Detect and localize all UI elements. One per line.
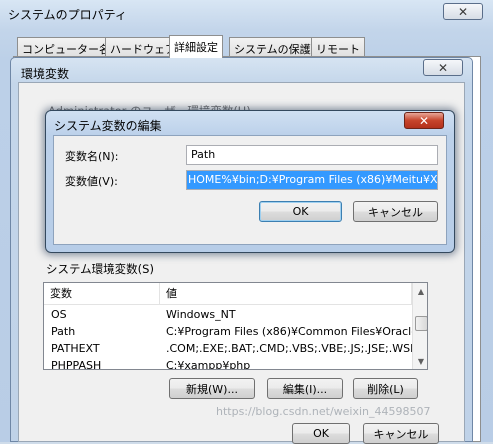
delete-variable-button[interactable]: 削除(L) bbox=[353, 378, 418, 399]
system-variables-label: システム環境変数(S) bbox=[46, 262, 154, 276]
table-row[interactable]: Path C:¥Program Files (x86)¥Common Files… bbox=[44, 323, 414, 340]
cancel-button[interactable]: キャンセル bbox=[363, 423, 439, 444]
variable-name: PATHEXT bbox=[51, 342, 100, 355]
variable-value-field[interactable]: HOME%¥bin;D:¥Program Files (x86)¥Meitu¥X… bbox=[186, 170, 438, 190]
watermark: https://blog.csdn.net/weixin_44598507 bbox=[216, 405, 431, 418]
new-variable-button[interactable]: 新規(W)... bbox=[169, 378, 255, 399]
table-row[interactable]: PATHEXT .COM;.EXE;.BAT;.CMD;.VBS;.VBE;.J… bbox=[44, 340, 414, 357]
column-header-value[interactable]: 値 bbox=[160, 283, 412, 305]
close-icon[interactable]: ✕ bbox=[404, 112, 444, 129]
edit-system-variable-dialog: システム変数の編集 ✕ 変数名(N): Path 変数値(V): HOME%¥b… bbox=[45, 110, 455, 253]
table-row[interactable]: PHPPASH C:¥xampp¥php bbox=[44, 357, 412, 370]
cancel-button[interactable]: キャンセル bbox=[353, 201, 438, 222]
variable-name: Path bbox=[51, 325, 76, 338]
dialog-title: システム変数の編集 bbox=[54, 119, 162, 133]
dialog-client-area: 変数名(N): Path 変数値(V): HOME%¥bin;D:¥Progra… bbox=[53, 135, 447, 245]
variable-value-label: 変数値(V): bbox=[65, 175, 118, 188]
variable-value: Windows_NT bbox=[166, 308, 236, 321]
variable-value: .COM;.EXE;.BAT;.CMD;.VBS;.VBE;.JS;.JSE;.… bbox=[166, 342, 414, 355]
edit-variable-button[interactable]: 編集(I)... bbox=[267, 378, 343, 399]
variable-name-label: 変数名(N): bbox=[65, 150, 119, 163]
ok-button[interactable]: OK bbox=[292, 423, 350, 444]
tab-system-protection[interactable]: システムの保護 bbox=[229, 37, 316, 57]
tab-computer-name[interactable]: コンピューター名 bbox=[17, 37, 115, 57]
scroll-down-icon[interactable]: ▼ bbox=[413, 353, 427, 369]
ok-button[interactable]: OK bbox=[259, 201, 342, 222]
variable-name: PHPPASH bbox=[51, 359, 102, 370]
column-header-name[interactable]: 変数 bbox=[44, 283, 160, 305]
vertical-scrollbar[interactable]: ▲ ▼ bbox=[412, 283, 427, 369]
selected-value-text: HOME%¥bin;D:¥Program Files (x86)¥Meitu¥X… bbox=[187, 171, 437, 189]
window-title: システムのプロパティ bbox=[8, 8, 127, 22]
system-variables-list[interactable]: 変数 値 OS Windows_NT Path C:¥Program Files… bbox=[43, 282, 428, 370]
variable-value: C:¥Program Files (x86)¥Common Files¥Orac… bbox=[166, 325, 414, 338]
scroll-up-icon[interactable]: ▲ bbox=[413, 283, 427, 299]
variable-value: C:¥xampp¥php bbox=[166, 359, 251, 370]
close-icon[interactable]: ✕ bbox=[443, 3, 483, 20]
tab-advanced[interactable]: 詳細設定 bbox=[169, 35, 223, 58]
variable-name-field[interactable]: Path bbox=[186, 145, 438, 165]
dialog-title: 環境変数 bbox=[21, 67, 70, 81]
close-icon[interactable]: ✕ bbox=[423, 59, 463, 76]
tab-remote[interactable]: リモート bbox=[311, 37, 365, 57]
variable-name: OS bbox=[51, 308, 67, 321]
scroll-thumb[interactable] bbox=[415, 316, 427, 331]
table-row[interactable]: OS Windows_NT bbox=[44, 306, 412, 323]
